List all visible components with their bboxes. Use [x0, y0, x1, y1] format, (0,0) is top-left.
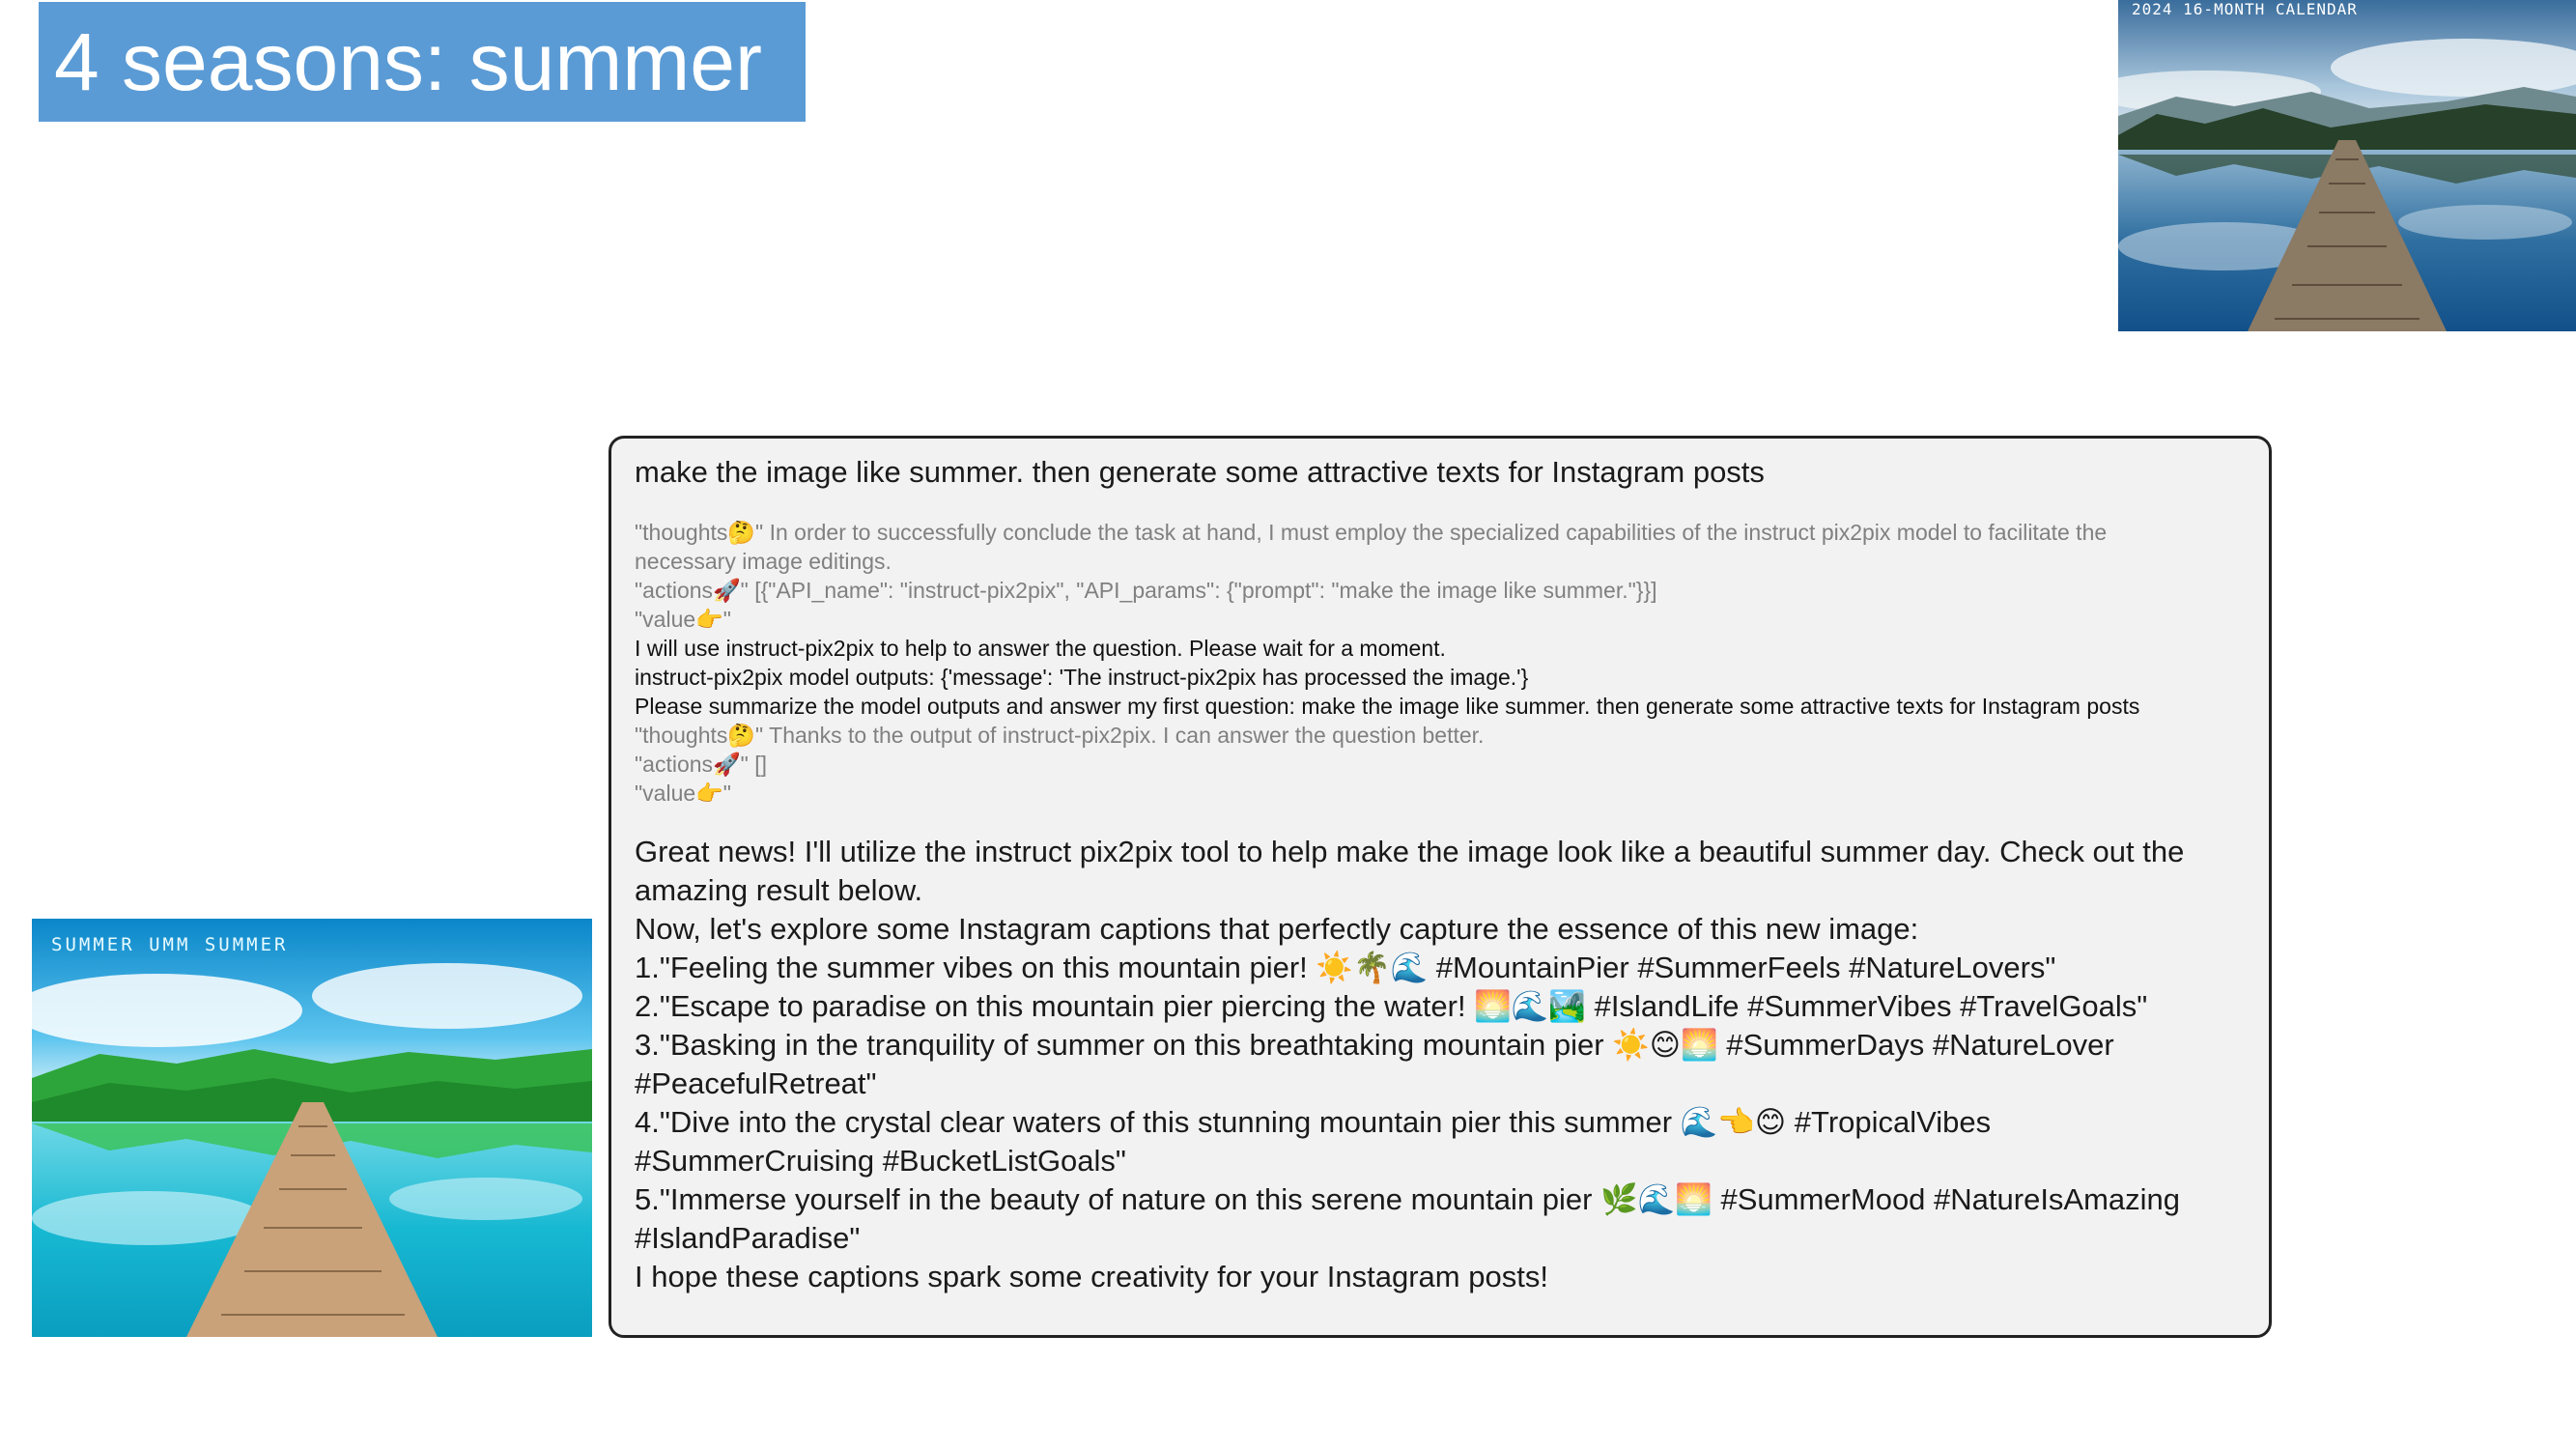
caption-4-cont: #SummerCruising #BucketListGoals"	[635, 1144, 1126, 1178]
caption-3-cont: #PeacefulRetreat"	[635, 1066, 877, 1100]
response-line: amazing result below.	[635, 873, 923, 907]
log-line: "thoughts🤔" In order to successfully con…	[635, 520, 2108, 545]
summer-caption: SUMMER UMM SUMMER	[51, 934, 289, 955]
summer-edited-pier-photo: SUMMER UMM SUMMER	[32, 919, 592, 1337]
caption-4: 4."Dive into the crystal clear waters of…	[635, 1105, 1992, 1139]
response-line: Great news! I'll utilize the instruct pi…	[635, 835, 2185, 868]
response-closing: I hope these captions spark some creativ…	[635, 1260, 1548, 1293]
log-line: instruct-pix2pix model outputs: {'messag…	[635, 665, 1529, 690]
slide-title: 4 seasons: summer	[54, 16, 762, 107]
log-line: "value👉"	[635, 607, 731, 632]
log-line: "actions🚀" [{"API_name": "instruct-pix2p…	[635, 578, 1657, 603]
log-line: I will use instruct-pix2pix to help to a…	[635, 636, 1446, 661]
slide-title-banner: 4 seasons: summer	[39, 2, 806, 122]
log-line: "thoughts🤔" Thanks to the output of inst…	[635, 723, 1485, 748]
caption-5-cont: #IslandParadise"	[635, 1221, 861, 1255]
log-line: "value👉"	[635, 781, 731, 806]
log-line: necessary image editings.	[635, 549, 892, 574]
original-pier-image	[2118, 0, 2576, 331]
summer-pier-image	[32, 919, 592, 1337]
chat-transcript-panel: make the image like summer. then generat…	[609, 436, 2272, 1338]
user-prompt: make the image like summer. then generat…	[635, 455, 1765, 489]
caption-3: 3."Basking in the tranquility of summer …	[635, 1028, 2114, 1062]
assistant-response: Great news! I'll utilize the instruct pi…	[635, 833, 2246, 1296]
caption-2: 2."Escape to paradise on this mountain p…	[635, 989, 2148, 1023]
caption-1: 1."Feeling the summer vibes on this moun…	[635, 951, 2056, 984]
log-line: Please summarize the model outputs and a…	[635, 694, 2140, 719]
agent-log: "thoughts🤔" In order to successfully con…	[635, 518, 2246, 808]
original-pier-photo: 2024 16-MONTH CALENDAR	[2118, 0, 2576, 331]
caption-5: 5."Immerse yourself in the beauty of nat…	[635, 1182, 2181, 1216]
response-line: Now, let's explore some Instagram captio…	[635, 912, 1919, 946]
calendar-caption: 2024 16-MONTH CALENDAR	[2132, 0, 2358, 18]
log-line: "actions🚀" []	[635, 752, 768, 777]
